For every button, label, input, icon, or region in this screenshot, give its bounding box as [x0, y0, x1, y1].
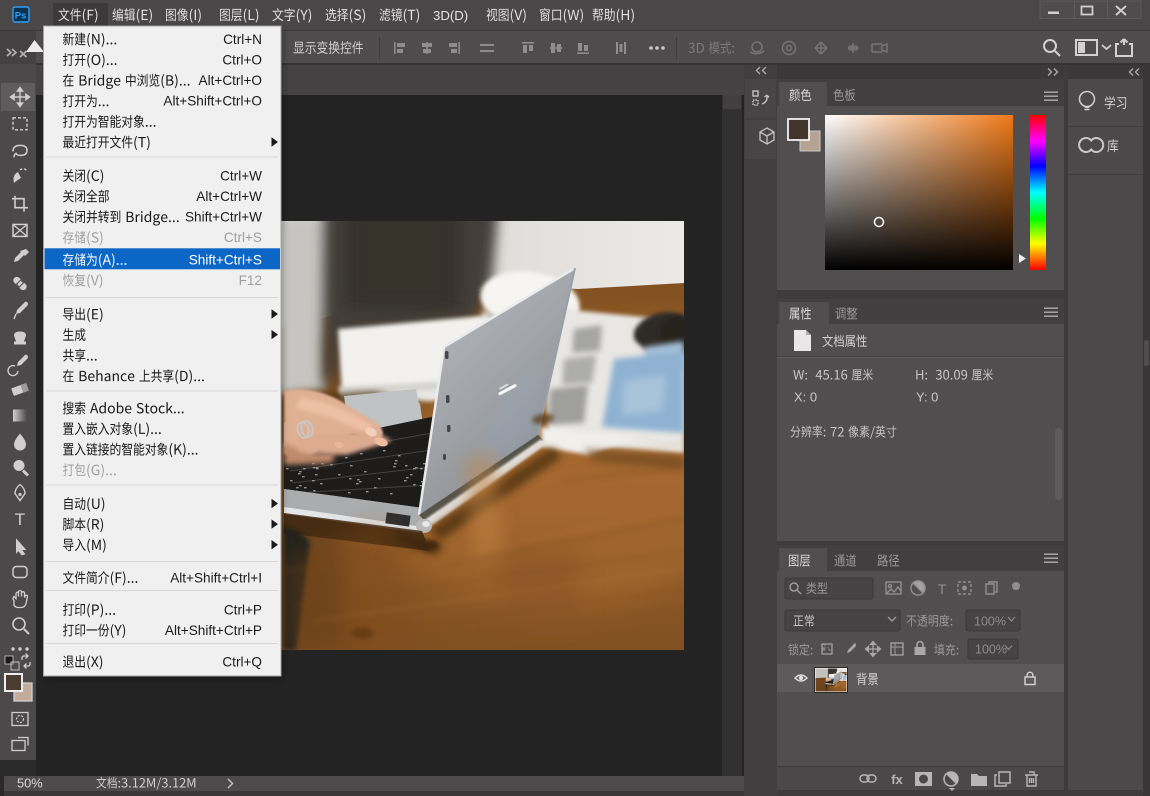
svg-text:Y: 0: Y: 0: [916, 390, 938, 405]
svg-text:Alt+Shift+Ctrl+O: Alt+Shift+Ctrl+O: [163, 94, 262, 109]
svg-text:Ctrl+P: Ctrl+P: [224, 602, 262, 617]
svg-text:T: T: [938, 581, 947, 597]
svg-text:Alt+Ctrl+O: Alt+Ctrl+O: [199, 73, 262, 88]
svg-text:100%: 100%: [974, 615, 1006, 629]
svg-text:Ctrl+W: Ctrl+W: [220, 168, 262, 183]
svg-text:100%: 100%: [975, 643, 1007, 657]
svg-text:Ctrl+Q: Ctrl+Q: [222, 654, 262, 669]
svg-text:Alt+Ctrl+W: Alt+Ctrl+W: [196, 189, 262, 204]
svg-text:X: 0: X: 0: [794, 390, 817, 405]
svg-text:Alt+Shift+Ctrl+P: Alt+Shift+Ctrl+P: [165, 623, 262, 638]
svg-text:Ctrl+N: Ctrl+N: [223, 32, 262, 47]
svg-text:Ps: Ps: [15, 11, 27, 22]
svg-text:50%: 50%: [17, 776, 43, 791]
svg-text:3D(D): 3D(D): [433, 8, 468, 23]
svg-text:F12: F12: [239, 273, 262, 288]
svg-text:T: T: [15, 510, 25, 529]
svg-text:Shift+Ctrl+W: Shift+Ctrl+W: [185, 210, 262, 225]
svg-text:Shift+Ctrl+S: Shift+Ctrl+S: [189, 252, 262, 267]
svg-text:Ctrl+O: Ctrl+O: [222, 52, 262, 67]
svg-text:fx: fx: [891, 772, 903, 787]
svg-text:Alt+Shift+Ctrl+I: Alt+Shift+Ctrl+I: [170, 570, 262, 585]
svg-text:Ctrl+S: Ctrl+S: [224, 230, 262, 245]
